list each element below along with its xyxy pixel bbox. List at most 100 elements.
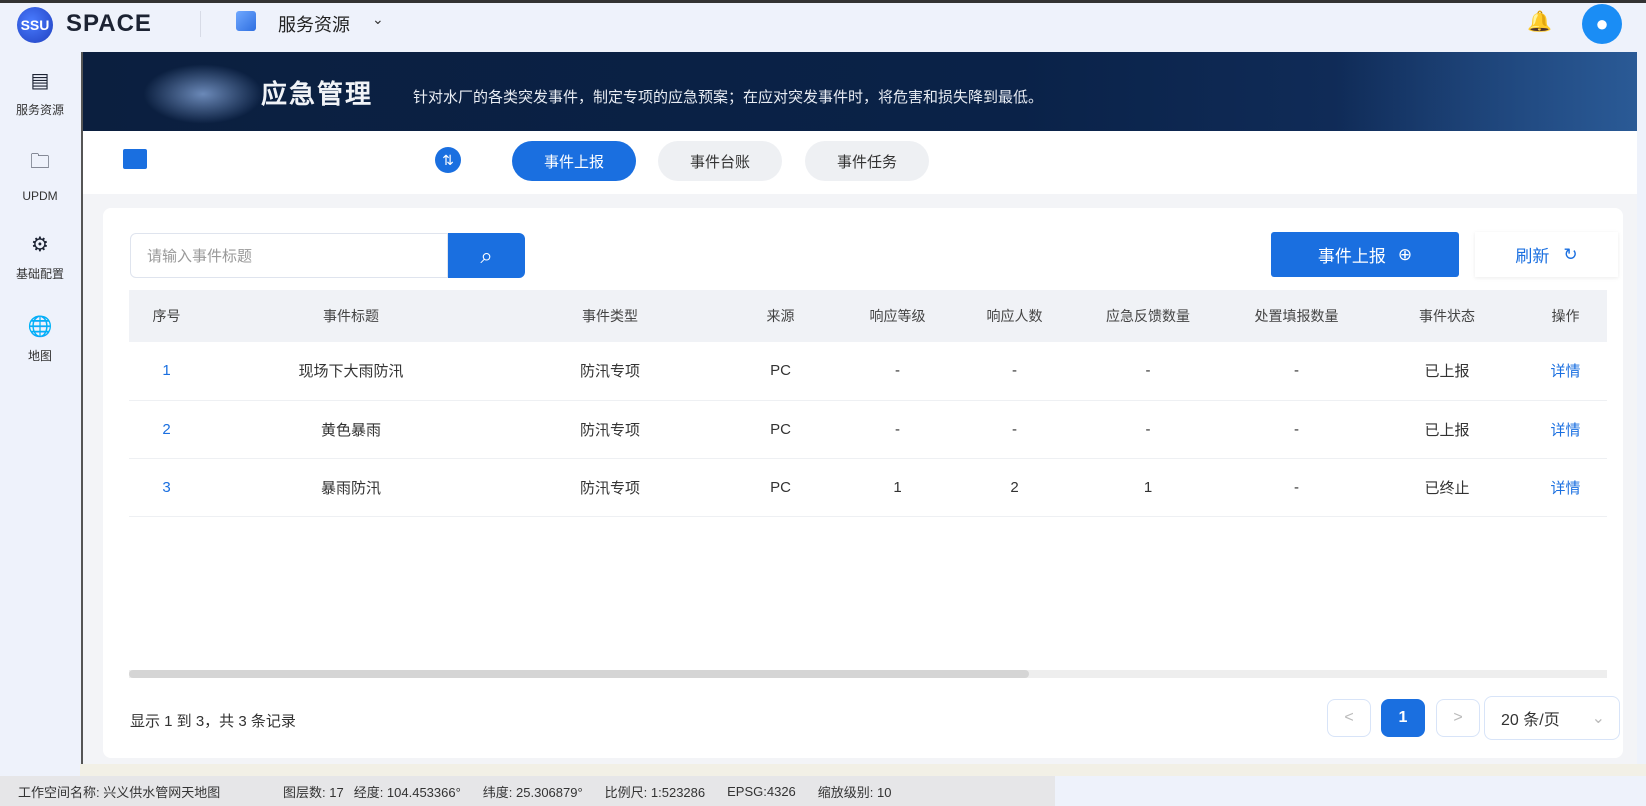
logo: SSU — [17, 7, 53, 43]
table-cell: 3 — [129, 458, 204, 517]
table-row: 2 黄色暴雨 防汛专项 PC - - - - 已上报 详情 — [129, 400, 1607, 459]
table-cell: - — [1073, 400, 1223, 459]
scrollbar-thumb[interactable] — [129, 670, 1029, 678]
column-header: 操作 — [1524, 290, 1607, 342]
detail-link[interactable]: 详情 — [1524, 458, 1607, 517]
zoom-level: 缩放级别: 10 — [817, 784, 892, 800]
service-menu[interactable]: 服务资源 — [278, 11, 350, 37]
detail-link[interactable]: 详情 — [1524, 400, 1607, 459]
table-cell: - — [839, 400, 956, 459]
table-row: 3 暴雨防汛 防汛专项 PC 1 2 1- 已终止 详情 — [129, 458, 1607, 517]
column-header: 事件状态 — [1370, 290, 1524, 342]
table-cell: PC — [722, 342, 839, 401]
chevron-down-icon: ⌄ — [1591, 710, 1605, 727]
sidebar-item-map[interactable]: 🌐 地图 — [0, 298, 80, 380]
table-cell: 1 — [839, 458, 956, 517]
table-cell: - — [1223, 458, 1370, 517]
table-cell: 2 — [956, 458, 1073, 517]
table-cell: 防汛专项 — [498, 458, 722, 517]
table-cell: 已上报 — [1370, 342, 1524, 401]
search-button[interactable]: ⌕ — [448, 233, 525, 278]
banner-decoration — [1337, 52, 1637, 131]
table-cell: 1 — [1073, 458, 1223, 517]
document-icon: ▤ — [30, 70, 50, 92]
layer-count: 图层数: 17 — [283, 784, 344, 800]
table-cell: - — [956, 342, 1073, 401]
sidebar-item-label: UPDM — [22, 189, 58, 203]
content-card: 请输入事件标题 ⌕ 事件上报 ⊕ 刷新 ↻ 序号 事件标题 事件类型 来源 响应等级 响应人数… — [103, 208, 1623, 758]
tab-bar: ⇅ 事件上报 事件台账 事件任务 — [83, 131, 1637, 194]
sidebar: ▤ 服务资源 🗀 UPDM ⚙ 基础配置 🌐 地图 — [0, 52, 80, 774]
main-panel: 应急管理 针对水厂的各类突发事件，制定专项的应急预案；在应对突发事件时，将危害和… — [81, 52, 1637, 764]
status-bar: 工作空间名称: 兴义供水管网天地图 图层数: 17 经度: 104.453366… — [0, 776, 1055, 806]
tab-event-ledger[interactable]: 事件台账 — [658, 141, 782, 181]
sidebar-item-label: 服务资源 — [15, 103, 64, 117]
banner: 应急管理 针对水厂的各类突发事件，制定专项的应急预案；在应对突发事件时，将危害和… — [83, 52, 1637, 131]
sidebar-item-label: 基础配置 — [15, 267, 64, 281]
chevron-down-icon[interactable]: ⌄ — [372, 11, 384, 28]
table-cell: - — [956, 400, 1073, 459]
refresh-icon: ↻ — [1563, 244, 1578, 264]
home-icon[interactable] — [123, 149, 147, 169]
record-summary: 显示 1 到 3，共 3 条记录 — [130, 713, 296, 730]
prev-page-button[interactable]: < — [1327, 699, 1371, 737]
scale: 比例尺: 1:523286 — [604, 784, 706, 800]
banner-illustration — [143, 64, 263, 124]
refresh-button[interactable]: 刷新 ↻ — [1475, 232, 1618, 277]
swap-icon[interactable]: ⇅ — [435, 147, 461, 173]
globe-icon: 🌐 — [27, 316, 53, 338]
gear-icon: ⚙ — [31, 234, 49, 256]
sidebar-item-service[interactable]: ▤ 服务资源 — [0, 52, 80, 134]
table-cell: 2 — [129, 400, 204, 459]
page-size-value: 20 条/页 — [1501, 712, 1560, 729]
table-cell: 防汛专项 — [498, 342, 722, 401]
table-cell: PC — [722, 458, 839, 517]
workspace-name: 工作空间名称: 兴义供水管网天地图 — [18, 784, 221, 800]
table-row: 1 现场下大雨防汛 防汛专项 PC - - - - 已上报 详情 — [129, 342, 1607, 401]
table-cell: - — [839, 342, 956, 401]
column-header: 响应人数 — [956, 290, 1073, 342]
event-table: 序号 事件标题 事件类型 来源 响应等级 响应人数 应急反馈数量 处置填报数量 事件状态 操作 1… — [129, 290, 1607, 517]
tab-event-report[interactable]: 事件上报 — [512, 141, 636, 181]
page-1-button[interactable]: 1 — [1381, 699, 1425, 737]
column-header: 处置填报数量 — [1223, 290, 1370, 342]
column-header: 响应等级 — [839, 290, 956, 342]
table-cell: 防汛专项 — [498, 400, 722, 459]
table-cell: 已终止 — [1370, 458, 1524, 517]
tab-event-task[interactable]: 事件任务 — [805, 141, 929, 181]
epsg: EPSG:4326 — [727, 783, 796, 799]
map-background — [80, 764, 1646, 776]
table-cell: 已上报 — [1370, 400, 1524, 459]
report-event-button[interactable]: 事件上报 ⊕ — [1271, 232, 1459, 277]
page-title: 应急管理 — [261, 79, 374, 109]
top-bar: SSU SPACE 服务资源 ⌄ 🔔 ● — [0, 0, 1646, 52]
table-cell: 现场下大雨防汛 — [204, 342, 498, 401]
avatar[interactable]: ● — [1582, 4, 1622, 44]
table-cell: 黄色暴雨 — [204, 400, 498, 459]
table-cell: PC — [722, 400, 839, 459]
table-cell: - — [1073, 342, 1223, 401]
table-cell: - — [1223, 342, 1370, 401]
button-label: 事件上报 — [1317, 247, 1386, 266]
sidebar-item-updm[interactable]: 🗀 UPDM — [0, 134, 80, 216]
column-header: 应急反馈数量 — [1073, 290, 1223, 342]
page-description: 针对水厂的各类突发事件，制定专项的应急预案；在应对突发事件时，将危害和损失降到最… — [413, 89, 1044, 106]
column-header: 事件标题 — [204, 290, 498, 342]
bell-icon[interactable]: 🔔 — [1527, 9, 1552, 34]
sidebar-item-label: 地图 — [27, 349, 52, 363]
column-header: 序号 — [129, 290, 204, 342]
table-cell: 1 — [129, 342, 204, 401]
plus-circle-icon: ⊕ — [1397, 244, 1413, 264]
search-input[interactable]: 请输入事件标题 — [130, 233, 448, 278]
page-size-select[interactable]: 20 条/页 ⌄ — [1484, 696, 1620, 740]
horizontal-scrollbar[interactable] — [129, 670, 1607, 678]
sidebar-item-config[interactable]: ⚙ 基础配置 — [0, 216, 80, 298]
search-icon: ⌕ — [480, 242, 493, 268]
detail-link[interactable]: 详情 — [1524, 342, 1607, 401]
table-header-row: 序号 事件标题 事件类型 来源 响应等级 响应人数 应急反馈数量 处置填报数量 事件状态 操作 — [129, 290, 1607, 342]
divider — [200, 11, 201, 37]
table-cell: - — [1223, 400, 1370, 459]
next-page-button[interactable]: > — [1436, 699, 1480, 737]
column-header: 来源 — [722, 290, 839, 342]
cube-icon — [236, 11, 256, 31]
